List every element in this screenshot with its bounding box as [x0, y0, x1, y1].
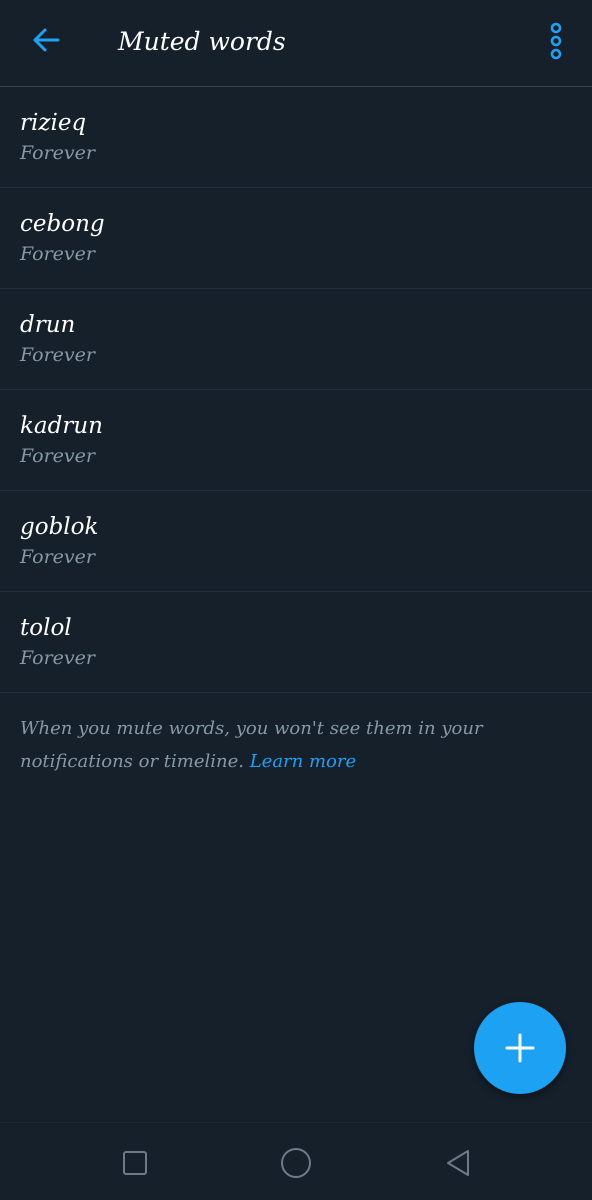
page-title: Muted words [118, 27, 286, 56]
muted-word: tolol [20, 615, 72, 641]
muted-word-item[interactable]: tolol Forever [0, 592, 592, 693]
more-vertical-icon [550, 22, 562, 60]
muted-words-info: When you mute words, you won't see them … [20, 712, 540, 778]
muted-word: drun [20, 312, 76, 338]
arrow-left-icon [33, 28, 60, 52]
muted-words-screen: Muted words rizieq Forever cebong Foreve… [0, 0, 592, 1200]
add-muted-word-button[interactable] [474, 1002, 566, 1094]
learn-more-link[interactable]: Learn more [250, 751, 356, 772]
mute-duration: Forever [20, 243, 95, 265]
back-button[interactable] [22, 20, 70, 60]
muted-word: goblok [20, 514, 99, 540]
muted-words-list: rizieq Forever cebong Forever drun Forev… [0, 87, 592, 693]
muted-word-item[interactable]: kadrun Forever [0, 390, 592, 491]
triangle-back-icon [447, 1150, 469, 1176]
muted-word-item[interactable]: drun Forever [0, 289, 592, 390]
muted-word: cebong [20, 211, 105, 237]
top-app-bar: Muted words [0, 0, 592, 87]
mute-duration: Forever [20, 142, 95, 164]
mute-duration: Forever [20, 546, 95, 568]
muted-word: kadrun [20, 413, 103, 439]
muted-word-item[interactable]: cebong Forever [0, 188, 592, 289]
plus-icon [505, 1033, 535, 1063]
muted-word: rizieq [20, 110, 87, 136]
system-back-button[interactable] [436, 1141, 480, 1185]
mute-duration: Forever [20, 647, 95, 669]
mute-duration: Forever [20, 344, 95, 366]
muted-word-item[interactable]: rizieq Forever [0, 87, 592, 188]
circle-icon [281, 1148, 311, 1178]
system-navigation-bar [0, 1122, 592, 1200]
muted-word-item[interactable]: goblok Forever [0, 491, 592, 592]
square-icon [123, 1151, 147, 1175]
recents-button[interactable] [113, 1141, 157, 1185]
mute-duration: Forever [20, 445, 95, 467]
home-button[interactable] [274, 1141, 318, 1185]
more-options-button[interactable] [534, 18, 578, 64]
